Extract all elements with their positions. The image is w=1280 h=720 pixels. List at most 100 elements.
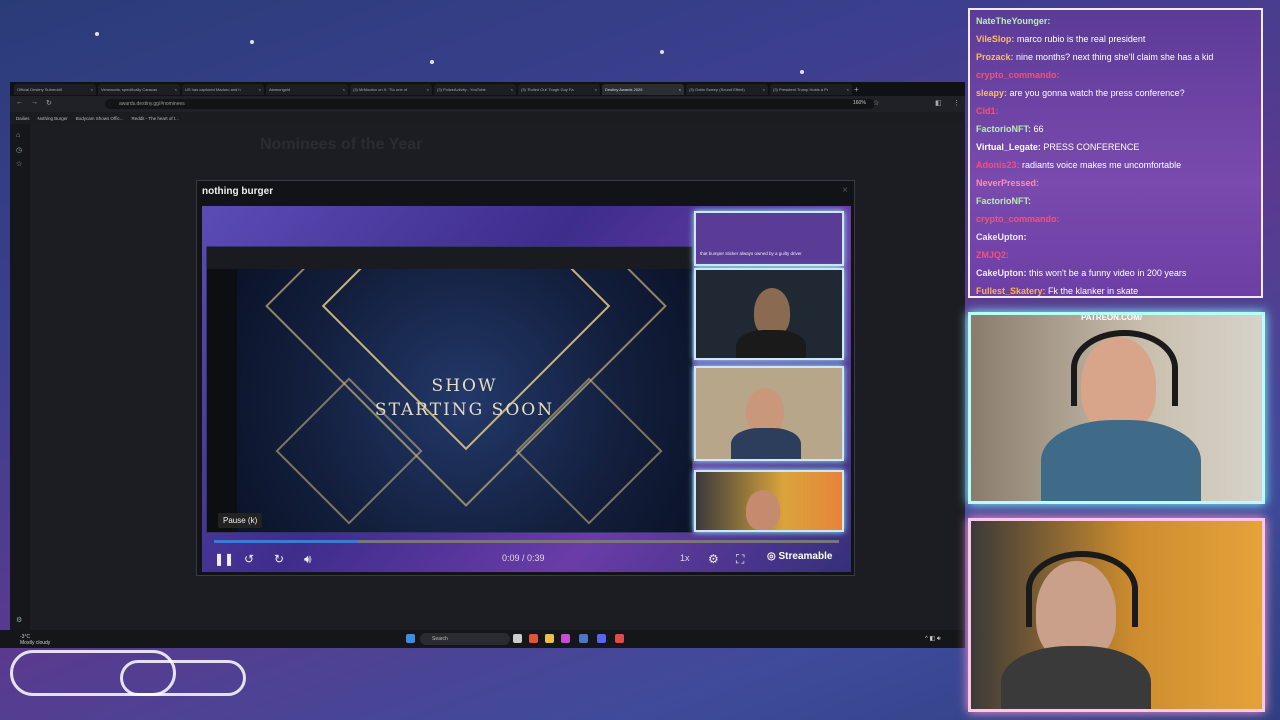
task-view-icon[interactable] (513, 634, 522, 643)
chat-text: marco rubio is the real president (1016, 34, 1146, 44)
playback-speed[interactable]: 1x (680, 553, 690, 563)
chat-message: FactorioNFT: (976, 196, 1031, 206)
weather-widget[interactable]: -3°C Mostly cloudy (20, 634, 50, 646)
rewind-icon[interactable]: ↺ (244, 552, 254, 566)
chat-message: crypto_commando: (976, 214, 1060, 224)
close-icon[interactable]: × (259, 84, 261, 95)
tab[interactable]: (3) Gotta Sweep (Sound Effect) × (686, 83, 768, 95)
chat-message: Virtual_Legate: PRESS CONFERENCE (976, 142, 1139, 152)
tab-label: Aiamongold (269, 86, 291, 92)
chat-username[interactable]: crypto_commando: (976, 70, 1060, 80)
chat-username[interactable]: ZMJQ2: (976, 250, 1009, 260)
close-icon[interactable]: × (679, 84, 681, 95)
star-icon[interactable]: ☆ (16, 160, 24, 168)
settings-icon[interactable]: ⚙ (16, 616, 24, 624)
history-icon[interactable]: ◷ (16, 146, 24, 154)
chat-username[interactable]: FactorioNFT: (976, 196, 1031, 206)
tab[interactable]: Official Destiny Subreddit × (14, 83, 96, 95)
tab-label: Venezuela, specifically Caracas (101, 86, 158, 92)
chat-username[interactable]: NateTheYounger: (976, 16, 1050, 26)
tab[interactable]: Venezuela, specifically Caracas × (98, 83, 180, 95)
tab[interactable]: US has captured Maduro and h × (182, 83, 264, 95)
inner-webcam (694, 268, 844, 360)
zoom-level[interactable]: 160% (853, 100, 866, 106)
reload-icon[interactable]: ↻ (46, 99, 52, 107)
pause-icon[interactable]: ❚❚ (214, 552, 234, 566)
show-starting-soon-text: SHOW STARTING SOON (237, 374, 692, 422)
close-icon[interactable]: × (91, 84, 93, 95)
chat-username[interactable]: Adonis23: (976, 160, 1020, 170)
bookmark[interactable]: Nothing Burger (38, 116, 68, 121)
background-star (95, 32, 99, 36)
chat-username[interactable]: CakeUpton: (976, 232, 1027, 242)
browser-icon[interactable] (529, 634, 538, 643)
video-player[interactable]: SHOW STARTING SOON that bumper sticker a… (202, 206, 851, 572)
chat-username[interactable]: FactorioNFT: (976, 124, 1031, 134)
tab[interactable]: (3) President Trump Holds a Pr × (770, 83, 852, 95)
close-icon[interactable]: × (175, 84, 177, 95)
chat-username[interactable]: sleapy: (976, 88, 1007, 98)
extensions-icon[interactable]: ◧ (935, 99, 942, 107)
page-title: Nominees of the Year (260, 136, 423, 153)
chat-username[interactable]: NeverPressed: (976, 178, 1039, 188)
chat-username[interactable]: Virtual_Legate: (976, 142, 1041, 152)
chat-username[interactable]: Fullest_Skatery: (976, 286, 1046, 296)
folder-icon[interactable] (545, 634, 554, 643)
tab[interactable]: (3) 'Rolled Out' Tough Guy Fa × (518, 83, 600, 95)
chat-message: crypto_commando: (976, 70, 1060, 80)
chat-username[interactable]: VileSlop: (976, 34, 1014, 44)
video-modal: nothing burger × SHOW STARTING SOON that… (196, 180, 855, 576)
close-icon[interactable]: × (511, 84, 513, 95)
person (746, 490, 780, 530)
menu-icon[interactable]: ⋮ (953, 99, 960, 107)
inner-webcam (694, 366, 844, 461)
volume-icon[interactable]: 🔊︎ (304, 552, 312, 567)
steam-icon[interactable] (579, 634, 588, 643)
streamable-logo[interactable]: ◎ Streamable (767, 551, 832, 562)
tab[interactable]: Aiamongold × (266, 83, 348, 95)
chat-username[interactable]: Prozack: (976, 52, 1014, 62)
progress-bar[interactable] (214, 540, 839, 543)
chat-username[interactable]: Cid1: (976, 106, 999, 116)
tab-active[interactable]: Destiny Awards 2025 × (602, 83, 684, 95)
discord-icon[interactable] (597, 634, 606, 643)
chat-username[interactable]: CakeUpton: (976, 268, 1027, 278)
chat-username[interactable]: crypto_commando: (976, 214, 1060, 224)
weather-desc: Mostly cloudy (20, 640, 51, 646)
bookmark[interactable]: Bodycam Shows Offic... (76, 116, 124, 121)
close-icon[interactable]: × (343, 84, 345, 95)
system-tray[interactable]: ^ ◧ 🔊︎ (925, 635, 941, 643)
chat-message: ZMJQ2: (976, 250, 1009, 260)
taskbar-search[interactable]: Search (420, 633, 510, 645)
forward-icon[interactable]: → (31, 99, 38, 106)
tab[interactable]: (3) PoliceActivity - YouTube × (434, 83, 516, 95)
close-icon[interactable]: × (847, 84, 849, 95)
url-field[interactable]: awards.destiny.gg/#nominees (105, 99, 875, 109)
background-star (250, 40, 254, 44)
bookmark[interactable]: Reddit - The heart of t... (131, 116, 178, 121)
forward-icon[interactable]: ↻ (274, 552, 284, 566)
close-icon[interactable]: × (763, 84, 765, 95)
new-tab-icon[interactable]: + (854, 85, 859, 94)
windows-start-icon[interactable] (406, 634, 415, 643)
person (731, 428, 801, 459)
bookmark[interactable]: Dailies (16, 116, 30, 121)
star-icon[interactable]: ☆ (873, 99, 879, 107)
person (754, 288, 790, 336)
app-icon[interactable] (615, 634, 624, 643)
modal-title: nothing burger (202, 186, 274, 197)
person (1001, 646, 1151, 709)
home-icon[interactable]: ⌂ (16, 132, 24, 140)
close-icon[interactable]: × (595, 84, 597, 95)
chat-message: Adonis23: radiants voice makes me uncomf… (976, 160, 1181, 170)
settings-icon[interactable]: ⚙ (708, 552, 719, 566)
back-icon[interactable]: ← (16, 99, 23, 106)
tab[interactable]: (3) MrMouton on X: "So one of × (350, 83, 432, 95)
chat-message: CakeUpton: (976, 232, 1027, 242)
app-icon[interactable] (561, 634, 570, 643)
close-icon[interactable]: × (427, 84, 429, 95)
fullscreen-icon[interactable]: ⛶ (736, 552, 744, 567)
background-star (430, 60, 434, 64)
close-icon[interactable]: × (842, 185, 848, 196)
chat-message: CakeUpton: this won't be a funny video i… (976, 268, 1186, 278)
